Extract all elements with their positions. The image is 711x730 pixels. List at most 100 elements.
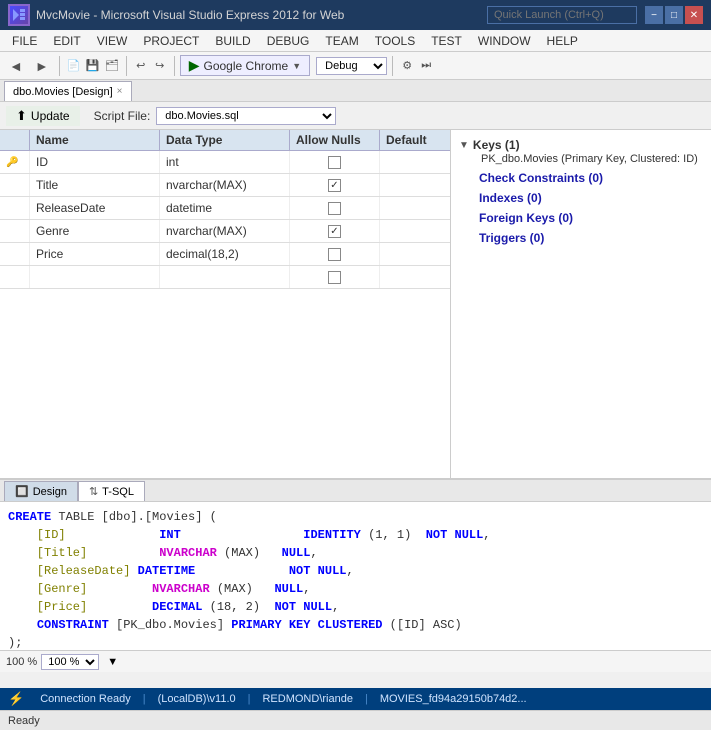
tsql-tab[interactable]: ⇅ T-SQL [78,481,145,501]
undo-button[interactable]: ↩ [132,57,150,75]
bottom-panel: 🔲 Design ⇅ T-SQL CREATE TABLE [dbo].[Mov… [0,478,711,688]
table-row[interactable]: ReleaseDate datetime [0,197,450,220]
row-datatype-cell[interactable]: decimal(18,2) [160,243,290,265]
forward-icon: ► [35,58,49,74]
redo-button[interactable]: ↪ [151,57,169,75]
design-tab-label: dbo.Movies [Design] [13,86,113,98]
row-nulls-cell[interactable] [290,151,380,173]
row-default-cell[interactable] [380,243,451,265]
allow-nulls-checkbox[interactable] [328,179,341,192]
menu-item-edit[interactable]: EDIT [45,32,88,50]
row-default-cell[interactable] [380,151,451,173]
menu-item-debug[interactable]: DEBUG [259,32,318,50]
maximize-button[interactable]: □ [665,6,683,24]
row-default-cell[interactable] [380,197,451,219]
step-icon[interactable]: ⏭ [417,57,435,75]
update-button[interactable]: ⬆ Update [6,106,80,126]
row-nulls-cell[interactable] [290,266,380,288]
minimize-button[interactable]: − [645,6,663,24]
row-datatype-cell[interactable]: nvarchar(MAX) [160,220,290,242]
zoom-select[interactable]: 100 % 75 % 150 % 200 % [41,654,99,670]
run-target-label: Google Chrome [204,59,289,73]
dropdown-icon[interactable]: ▼ [292,61,301,71]
table-row[interactable]: 🔑 ID int [0,151,450,174]
row-name-cell[interactable]: ReleaseDate [30,197,160,219]
table-row[interactable]: Price decimal(18,2) [0,243,450,266]
table-row[interactable]: Genre nvarchar(MAX) [0,220,450,243]
sql-editor[interactable]: CREATE TABLE [dbo].[Movies] ( [ID] INT I… [0,502,711,650]
save-all-icon[interactable]: 🗂 [103,57,121,75]
back-button[interactable]: ◄ [4,55,28,77]
col-header-datatype: Data Type [160,130,290,150]
design-tab[interactable]: dbo.Movies [Design] × [4,81,132,101]
sql-line-4: [ReleaseDate] DATETIME NOT NULL, [8,562,703,580]
row-datatype-cell[interactable]: nvarchar(MAX) [160,174,290,196]
sql-line-6: [Price] DECIMAL (18, 2) NOT NULL, [8,598,703,616]
allow-nulls-checkbox[interactable] [328,225,341,238]
new-file-icon[interactable]: 📄 [65,57,83,75]
row-default-cell[interactable] [380,220,451,242]
row-nulls-cell[interactable] [290,220,380,242]
row-datatype-cell[interactable]: int [160,151,290,173]
window-controls: − □ ✕ [645,6,703,24]
menu-item-file[interactable]: FILE [4,32,45,50]
menu-bar: FILEEDITVIEWPROJECTBUILDDEBUGTEAMTOOLSTE… [0,30,711,52]
toolbar-separator-3 [174,56,175,76]
design-bottom-tab[interactable]: 🔲 Design [4,481,78,501]
col-header-allownulls: Allow Nulls [290,130,380,150]
menu-item-test[interactable]: TEST [423,32,470,50]
run-button[interactable]: ▶ Google Chrome ▼ [180,55,310,76]
ready-label: Ready [8,715,40,727]
edit-tools: 📄 💾 🗂 [65,57,121,75]
row-datatype-cell[interactable] [160,266,290,288]
triggers-title[interactable]: Triggers (0) [459,230,703,246]
forward-button[interactable]: ► [30,55,54,77]
row-name-cell[interactable]: Genre [30,220,160,242]
check-constraints-title[interactable]: Check Constraints (0) [459,170,703,186]
script-file-select[interactable]: dbo.Movies.sql [156,107,336,125]
allow-nulls-checkbox[interactable] [328,202,341,215]
menu-item-tools[interactable]: TOOLS [367,32,423,50]
row-default-cell[interactable] [380,266,451,288]
ready-bar: Ready [0,710,711,730]
allow-nulls-checkbox[interactable] [328,156,341,169]
close-button[interactable]: ✕ [685,6,703,24]
row-nulls-cell[interactable] [290,243,380,265]
menu-item-project[interactable]: PROJECT [135,32,207,50]
collapse-icon[interactable]: ▼ [459,140,469,151]
close-tab-icon[interactable]: × [117,86,123,97]
row-name-cell[interactable]: ID [30,151,160,173]
foreign-keys-title[interactable]: Foreign Keys (0) [459,210,703,226]
quick-launch-input[interactable] [487,6,637,24]
indexes-title[interactable]: Indexes (0) [459,190,703,206]
row-name-cell[interactable] [30,266,160,288]
bottom-tab-bar: 🔲 Design ⇅ T-SQL [0,480,711,502]
row-datatype-cell[interactable]: datetime [160,197,290,219]
row-name-cell[interactable]: Title [30,174,160,196]
allow-nulls-checkbox[interactable] [328,248,341,261]
row-name-cell[interactable]: Price [30,243,160,265]
table-row[interactable]: Title nvarchar(MAX) [0,174,450,197]
row-nulls-cell[interactable] [290,174,380,196]
config-select[interactable]: Debug Release [316,57,387,75]
play-icon: ▶ [189,57,200,74]
row-key-cell [0,220,30,242]
table-row[interactable] [0,266,450,289]
menu-item-team[interactable]: TEAM [317,32,366,50]
save-icon[interactable]: 💾 [84,57,102,75]
row-default-cell[interactable] [380,174,451,196]
sql-line-7: CONSTRAINT [PK_dbo.Movies] PRIMARY KEY C… [8,616,703,634]
col-header-name: Name [30,130,160,150]
table-body: 🔑 ID int Title nvarchar(MAX) ReleaseDate… [0,151,450,289]
row-nulls-cell[interactable] [290,197,380,219]
allow-nulls-checkbox[interactable] [328,271,341,284]
debug-icon[interactable]: ⚙ [398,57,416,75]
menu-item-view[interactable]: VIEW [89,32,136,50]
table-panel: Name Data Type Allow Nulls Default 🔑 ID … [0,130,451,478]
status-icon: ⚡ [8,691,24,707]
menu-item-window[interactable]: WINDOW [470,32,539,50]
keys-title[interactable]: ▼ Keys (1) [459,138,703,152]
menu-item-build[interactable]: BUILD [207,32,258,50]
menu-item-help[interactable]: HELP [539,32,586,50]
zoom-dropdown-btn[interactable]: ▼ [107,656,118,668]
